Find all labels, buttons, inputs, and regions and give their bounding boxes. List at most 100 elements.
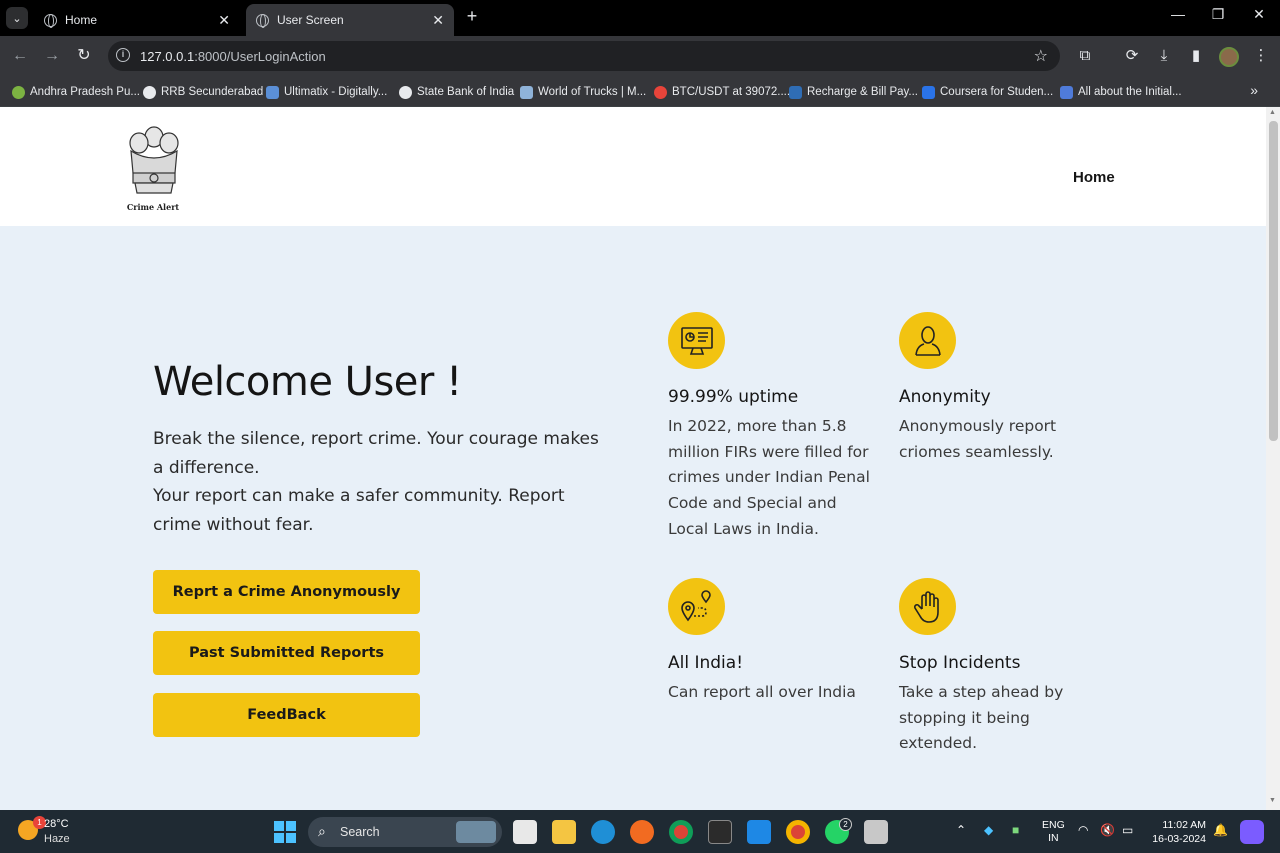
bookmark-favicon-icon: [12, 85, 25, 99]
chevron-up-icon[interactable]: ⌃: [956, 823, 966, 837]
language-indicator[interactable]: ENG IN: [1042, 819, 1065, 845]
tab-search-button[interactable]: ⌄: [6, 7, 28, 29]
page-scrollbar[interactable]: ▲ ▼: [1266, 107, 1280, 810]
download-icon[interactable]: ⤓: [1153, 45, 1175, 67]
bookmark-favicon-icon: [143, 85, 156, 99]
bookmark-item[interactable]: World of Trucks | M...: [520, 83, 646, 101]
bookmark-item[interactable]: RRB Secunderabad: [143, 83, 263, 101]
lang-region: IN: [1048, 832, 1059, 844]
close-icon[interactable]: ✕: [218, 12, 230, 29]
feature-title: Stop Incidents: [899, 653, 1021, 673]
past-reports-button[interactable]: Past Submitted Reports: [153, 631, 420, 675]
feedback-button[interactable]: FeedBack: [153, 693, 420, 737]
intro-line: Break the silence, report crime. Your co…: [153, 429, 599, 478]
feature-text: Anonymously report criomes seamlessly.: [899, 417, 1057, 461]
emblem-logo: [129, 126, 179, 194]
bookmark-item[interactable]: Ultimatix - Digitally...: [266, 83, 387, 101]
browser-toolbar: ← → ↻ i 127.0.0.1:8000/UserLoginAction ☆…: [0, 36, 1280, 76]
new-tab-button[interactable]: +: [462, 6, 482, 30]
bookmark-favicon-icon: [922, 85, 935, 99]
terminal-icon[interactable]: [708, 820, 732, 844]
search-highlight-image: [456, 821, 496, 843]
bookmark-star-icon[interactable]: ☆: [1034, 46, 1048, 66]
side-panel-icon[interactable]: ▮: [1185, 45, 1207, 67]
minimize-icon[interactable]: —: [1163, 6, 1193, 22]
monitor-dashboard-icon: [668, 312, 725, 369]
windows-taskbar: 1 28°C Haze ⌕ Search 2 ⌃ ◆ ■ ENG IN ◠ 🔇 …: [0, 810, 1280, 853]
scroll-up-icon[interactable]: ▲: [1269, 109, 1276, 116]
tab-user-screen[interactable]: User Screen ✕: [246, 4, 454, 36]
nav-home-link[interactable]: Home: [1073, 169, 1115, 186]
notification-bell-icon[interactable]: 🔔: [1213, 823, 1228, 837]
tab-title: Home: [65, 13, 98, 27]
vscode-icon[interactable]: [747, 820, 771, 844]
weather-condition: Haze: [44, 833, 70, 845]
chrome-profile-icon[interactable]: [786, 820, 810, 844]
wifi-icon[interactable]: ◠: [1078, 823, 1088, 837]
logo-text: Crime Alert: [126, 202, 180, 212]
clock-time: 11:02 AM: [1162, 819, 1206, 831]
bookmark-favicon-icon: [520, 85, 533, 99]
address-bar[interactable]: i 127.0.0.1:8000/UserLoginAction ☆: [108, 41, 1060, 71]
copilot-icon[interactable]: [1240, 820, 1264, 844]
tab-home[interactable]: Home ✕: [34, 4, 240, 36]
bookmark-item[interactable]: Recharge & Bill Pay...: [789, 83, 918, 101]
bookmark-item[interactable]: All about the Initial...: [1060, 83, 1182, 101]
intro-text: Break the silence, report crime. Your co…: [153, 425, 613, 539]
taskbar-search[interactable]: ⌕ Search: [308, 817, 502, 847]
chrome-icon[interactable]: [669, 820, 693, 844]
tab-title: User Screen: [277, 13, 344, 27]
forward-icon[interactable]: →: [40, 44, 64, 68]
weather-temperature: 28°C: [44, 818, 69, 830]
bookmark-item[interactable]: BTC/USDT at 39072....: [654, 83, 790, 101]
app-tray-icon[interactable]: ■: [1012, 823, 1019, 837]
bookmark-item[interactable]: Coursera for Studen...: [922, 83, 1053, 101]
feature-text: Can report all over India: [668, 683, 856, 701]
defender-icon[interactable]: ◆: [984, 823, 993, 837]
site-info-icon[interactable]: i: [116, 48, 130, 62]
file-explorer-icon[interactable]: [552, 820, 576, 844]
window-close-icon[interactable]: ✕: [1244, 6, 1274, 23]
feature-title: All India!: [668, 653, 744, 673]
feature-title: 99.99% uptime: [668, 387, 799, 407]
clock-date: 16-03-2024: [1152, 833, 1206, 845]
site-header: Crime Alert Home: [0, 107, 1266, 226]
extensions-icon[interactable]: ⧉: [1074, 45, 1096, 67]
tab-strip: ⌄ Home ✕ User Screen ✕ + — ❐ ✕: [0, 0, 1280, 36]
menu-icon[interactable]: ⋮: [1250, 45, 1272, 67]
feature-text: Take a step ahead by stopping it being e…: [899, 683, 1064, 753]
bookmark-item[interactable]: Andhra Pradesh Pu...: [12, 83, 140, 101]
search-icon: ⌕: [318, 823, 326, 839]
reload-icon[interactable]: ↻: [72, 44, 96, 68]
raised-hand-icon: [899, 578, 956, 635]
profile-avatar[interactable]: [1219, 47, 1239, 67]
sync-icon[interactable]: ⟳: [1121, 45, 1143, 67]
close-icon[interactable]: ✕: [432, 12, 444, 29]
battery-icon[interactable]: ▭: [1122, 823, 1133, 837]
back-icon[interactable]: ←: [8, 44, 32, 68]
feature-text: In 2022, more than 5.8 million FIRs were…: [668, 417, 870, 538]
globe-icon: [44, 13, 57, 28]
location-route-icon: [668, 578, 725, 635]
page-content: Crime Alert Home Welcome User ! Break th…: [0, 107, 1266, 810]
store-app-icon[interactable]: [513, 820, 537, 844]
search-placeholder: Search: [340, 825, 380, 839]
bookmarks-overflow-icon[interactable]: »: [1250, 82, 1258, 98]
scroll-thumb[interactable]: [1269, 121, 1278, 441]
globe-icon: [256, 13, 269, 28]
edge-browser-icon[interactable]: [591, 820, 615, 844]
snipping-tool-icon[interactable]: [864, 820, 888, 844]
windows-start-icon[interactable]: [274, 821, 296, 843]
system-clock[interactable]: 11:02 AM 16-03-2024: [1148, 818, 1206, 846]
url-text: 127.0.0.1:8000/UserLoginAction: [140, 49, 326, 64]
bookmark-favicon-icon: [399, 85, 412, 99]
restore-icon[interactable]: ❐: [1203, 6, 1233, 23]
bookmark-favicon-icon: [1060, 85, 1073, 99]
bookmark-favicon-icon: [789, 85, 802, 99]
bookmarks-bar: Andhra Pradesh Pu... RRB Secunderabad Ul…: [0, 76, 1280, 107]
firefox-icon[interactable]: [630, 820, 654, 844]
scroll-down-icon[interactable]: ▼: [1269, 797, 1276, 804]
report-crime-button[interactable]: Reprt a Crime Anonymously: [153, 570, 420, 614]
bookmark-item[interactable]: State Bank of India: [399, 83, 514, 101]
volume-muted-icon[interactable]: 🔇: [1100, 823, 1115, 837]
